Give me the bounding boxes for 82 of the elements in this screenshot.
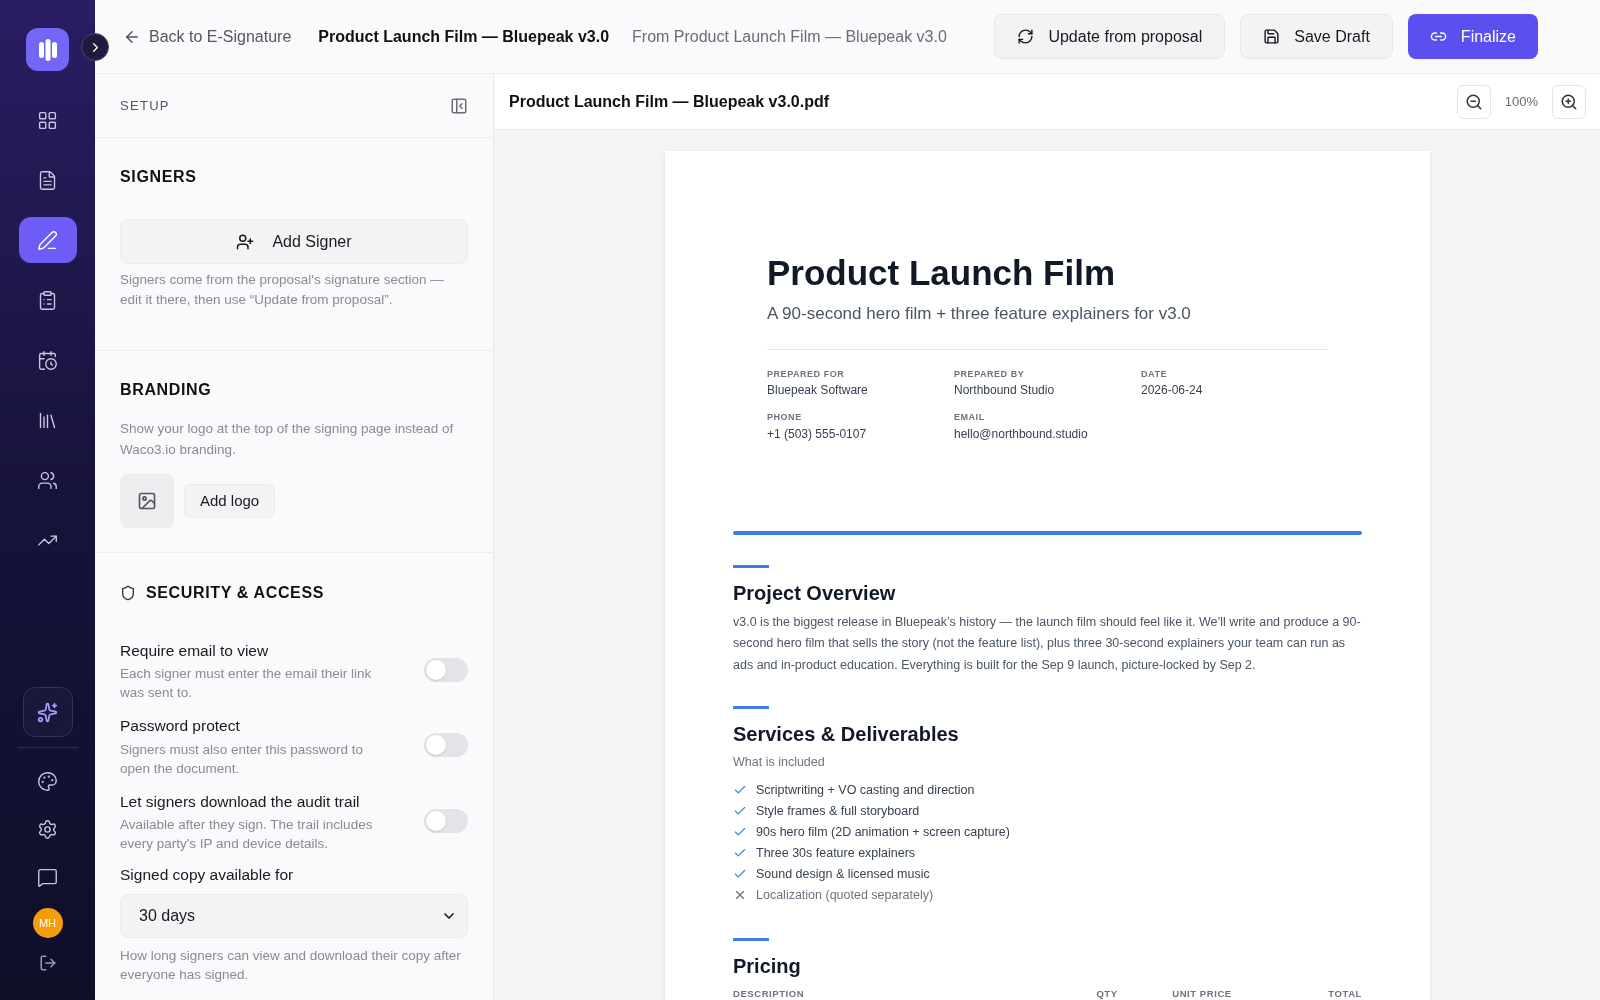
sparkle-icon	[37, 701, 58, 723]
chat-icon	[37, 866, 58, 888]
user-plus-icon	[236, 232, 255, 251]
meta-value: Bluepeak Software	[767, 382, 869, 399]
column-header: UNIT PRICE	[1171, 986, 1233, 1000]
logout-icon[interactable]	[38, 954, 57, 972]
section-heading: Services & Deliverables	[733, 722, 960, 747]
users-icon	[37, 469, 58, 491]
zoom-out-icon	[1464, 92, 1483, 111]
document-icon	[37, 169, 58, 191]
meta-label: PREPARED BY	[954, 367, 1026, 381]
add-signer-button[interactable]: Add Signer	[120, 219, 468, 264]
column-header: QTY	[1095, 986, 1119, 1000]
collapse-panel-icon[interactable]	[450, 96, 468, 115]
deliverable-item: Scriptwriting + VO casting and direction	[756, 781, 975, 799]
option-description: Signers must also enter this password to open the document.	[120, 740, 365, 778]
signers-note: Signers come from the proposal's signature section — edit it there, then use “Update from proposal”.	[120, 271, 445, 309]
finalize-button[interactable]: Finalize	[1407, 14, 1538, 59]
meta-label: PHONE	[767, 411, 803, 424]
image-icon	[137, 491, 157, 511]
logo-icon	[36, 37, 59, 62]
expand-button[interactable]	[81, 33, 109, 61]
section-title: SECURITY & ACCESS	[146, 583, 325, 603]
source-label: From Product Launch Film — Bluepeak v3.0	[632, 26, 947, 47]
meta-label: PREPARED FOR	[767, 367, 846, 381]
clipboard-icon	[37, 289, 58, 311]
logo-placeholder[interactable]	[120, 474, 174, 528]
meta-value: hello@northbound.studio	[954, 425, 1089, 443]
grid-icon	[37, 109, 58, 131]
meta-value: +1 (503) 555-0107	[767, 425, 868, 443]
column-header: DESCRIPTION	[733, 986, 806, 1000]
deliverable-item: Sound design & licensed music	[756, 865, 930, 883]
branding-note: Show your logo at the top of the signing page instead of Waco3.io branding.	[120, 420, 455, 459]
deliverable-item: 90s hero film (2D animation + screen capture)	[756, 823, 1010, 841]
shield-icon	[120, 585, 136, 601]
option-label: Password protect	[120, 716, 241, 737]
add-logo-button[interactable]: Add logo	[184, 484, 276, 518]
section-title: SIGNERS	[120, 167, 198, 187]
section-title: BRANDING	[120, 380, 213, 400]
toolbar-button[interactable]: Save Draft	[1240, 14, 1393, 59]
panel-title: SETUP	[120, 96, 170, 115]
file-name: Product Launch Film — Bluepeak v3.0.pdf	[509, 91, 830, 112]
nav-item[interactable]	[18, 217, 77, 263]
option-description: Each signer must enter the email their link was sent to.	[120, 665, 373, 703]
option-label: Let signers download the audit trail	[120, 791, 361, 812]
section-subtitle: What is included	[733, 754, 826, 771]
zoom-in-button[interactable]	[1552, 84, 1586, 119]
select-help: How long signers can view and download their copy after everyone has signed.	[120, 947, 462, 984]
back-link[interactable]: Back to E-Signature	[123, 24, 292, 49]
toggle-switch[interactable]	[424, 808, 468, 833]
toolbar-button[interactable]: Update from proposal	[994, 14, 1226, 59]
calendar-clock-icon	[37, 349, 58, 371]
meta-label: EMAIL	[954, 411, 986, 424]
settings-icon	[37, 818, 58, 840]
overview-text: v3.0 is the biggest release in Bluepeak’s history — the launch film should feel like it. We’ll write and produce a 90-second hero film that sells the story (not the feature list), plus three 30-second explainers your team can run as ads and in-product education. Everything is built for the Sep 9 launch, picture-locked by Sep 2.	[733, 613, 1362, 674]
assistant-button[interactable]	[22, 687, 73, 737]
app-logo[interactable]	[26, 28, 69, 71]
refresh-icon	[1017, 28, 1035, 45]
select-label: Signed copy available for	[120, 864, 295, 885]
toggle-switch[interactable]	[424, 733, 468, 758]
pen-icon	[37, 229, 58, 251]
document-heading: Product Launch Film	[767, 252, 1117, 294]
zoom-out-button[interactable]	[1456, 84, 1491, 119]
option-description: Available after they sign. The trail includes every party's IP and device details.	[120, 815, 374, 853]
toggle-switch[interactable]	[424, 658, 468, 682]
meta-label: DATE	[1141, 367, 1168, 381]
column-header: TOTAL	[1327, 986, 1362, 1000]
document-subtitle: A 90-second hero film + three feature explainers for v3.0	[767, 303, 1192, 325]
deliverable-item: Style frames & full storyboard	[756, 802, 920, 820]
palette-icon	[37, 770, 58, 792]
section-heading: Pricing	[733, 953, 802, 979]
zoom-level: 100%	[1504, 92, 1538, 111]
deliverable-item: Three 30s feature explainers	[756, 844, 916, 862]
meta-value: 2026-06-24	[1141, 382, 1204, 399]
section-heading: Project Overview	[733, 580, 897, 606]
zoom-in-icon	[1560, 92, 1578, 111]
deliverable-item: Localization (quoted separately)	[756, 886, 934, 904]
option-label: Require email to view	[120, 641, 270, 661]
duration-select[interactable]: 30 days	[120, 894, 468, 938]
document-title: Product Launch Film — Bluepeak v3.0	[318, 26, 610, 47]
save-icon	[1263, 28, 1281, 45]
meta-value: Northbound Studio	[954, 382, 1056, 399]
